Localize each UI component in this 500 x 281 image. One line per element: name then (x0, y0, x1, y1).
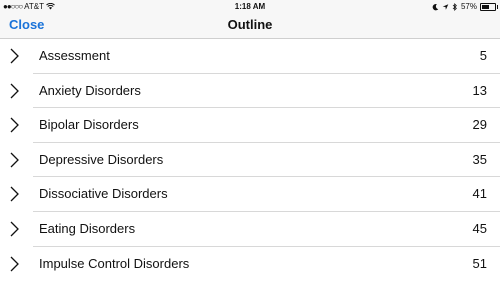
bluetooth-icon (452, 2, 457, 11)
location-arrow-icon (442, 3, 449, 10)
outline-page-number: 41 (472, 186, 487, 202)
outline-row[interactable]: Dissociative Disorders 41 (0, 177, 500, 212)
chevron-right-icon (10, 48, 19, 64)
outline-label: Bipolar Disorders (39, 117, 139, 133)
outline-row[interactable]: Impulse Control Disorders 51 (0, 247, 500, 281)
outline-row[interactable]: Anxiety Disorders 13 (0, 74, 500, 109)
outline-page-number: 35 (472, 151, 487, 167)
battery-level (482, 4, 489, 9)
outline-row[interactable]: Bipolar Disorders 29 (0, 108, 500, 143)
outline-page-number: 51 (472, 255, 487, 271)
moon-icon (432, 3, 439, 10)
outline-page-number: 45 (472, 220, 487, 236)
battery-icon (480, 2, 498, 11)
status-bar: ●●○○○ AT&T 1:18 AM 57% (0, 0, 500, 14)
outline-label: Dissociative Disorders (39, 186, 168, 202)
outline-label: Depressive Disorders (39, 151, 164, 167)
outline-label: Eating Disorders (39, 220, 136, 236)
page-title: Outline (227, 17, 273, 32)
outline-row[interactable]: Depressive Disorders 35 (0, 143, 500, 178)
chevron-right-icon (10, 186, 19, 202)
chevron-right-icon (10, 256, 19, 272)
outline-row[interactable]: Assessment 5 (0, 39, 500, 74)
outline-page-number: 13 (472, 82, 487, 98)
outline-label: Assessment (39, 48, 110, 63)
battery-percent: 57% (460, 2, 477, 11)
outline-page-number: 5 (479, 48, 487, 63)
chevron-right-icon (10, 83, 19, 99)
status-right: 57% (432, 2, 498, 11)
chevron-right-icon (10, 117, 19, 133)
outline-row[interactable]: Eating Disorders 45 (0, 212, 500, 247)
outline-label: Anxiety Disorders (39, 82, 141, 98)
outline-page-number: 29 (472, 117, 487, 133)
chevron-right-icon (10, 152, 19, 168)
status-time: 1:18 AM (234, 2, 266, 11)
navigation-bar: Close Outline (0, 14, 500, 39)
outline-label: Impulse Control Disorders (39, 255, 190, 271)
outline-list: Assessment 5 Anxiety Disorders 13 Bipola… (0, 39, 500, 281)
chevron-right-icon (10, 221, 19, 237)
